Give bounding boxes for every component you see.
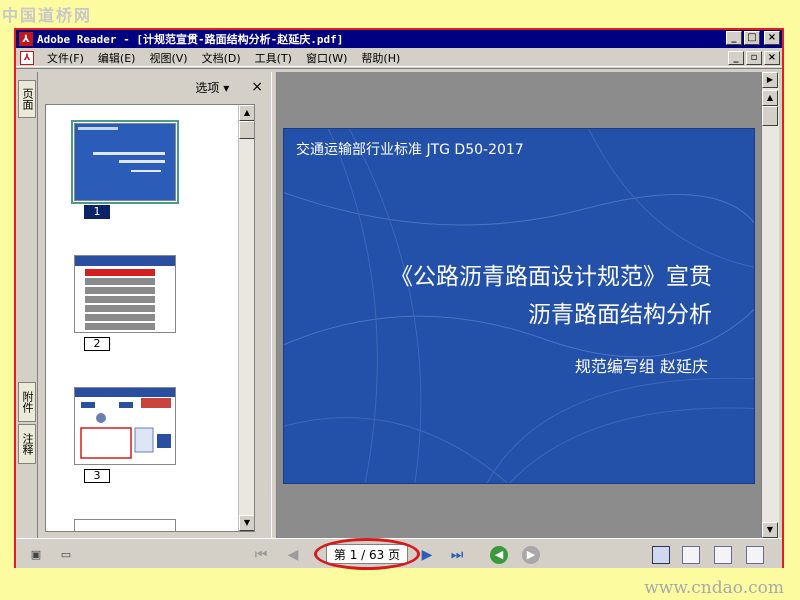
menu-tools[interactable]: 工具(T) [248,50,299,66]
split-arrow-icon[interactable]: ▶ [762,72,778,88]
continuous-view-icon[interactable] [682,546,700,564]
pages-panel: 选项 ▾ × 1 2 3 ▲ ▼ [39,72,271,538]
slide-title-line-1: 《公路沥青路面设计规范》宣贯 [390,264,712,290]
pdf-document-icon[interactable]: ⅄ [20,50,34,65]
doc-scroll-up-icon[interactable]: ▲ [762,90,778,106]
slide-title-line-2: 沥青路面结构分析 [528,302,712,328]
single-page-icon[interactable]: ▭ [58,546,74,562]
continuous-facing-view-icon[interactable] [746,546,764,564]
close-button[interactable]: × [764,31,780,45]
menu-window[interactable]: 窗口(W) [299,50,354,66]
doc-scroll-thumb[interactable] [762,106,778,126]
watermark-bottom: www.cndao.com [644,578,784,598]
slide-author: 规范编写组 赵延庆 [574,357,708,376]
thumbnail-list: 1 2 3 ▲ ▼ [45,104,255,532]
thumbnail-page-4-partial[interactable] [74,519,176,531]
thumbnail-number-3[interactable]: 3 [84,469,110,483]
next-page-icon[interactable]: ▶ [418,546,436,564]
status-bar: ▣ ▭ ⏮ ◀ 第 1 / 63 页 ▶ ⏭ ◀ ▶ [16,538,782,570]
navigation-tabs: 页面 附件 注释 [16,72,38,538]
thumbnail-3-preview [75,388,175,459]
thumbnail-1-preview [75,124,175,200]
doc-restore-button[interactable]: ▫ [746,51,762,65]
page-layout-icon[interactable]: ▣ [28,546,44,562]
previous-page-icon[interactable]: ◀ [284,546,302,564]
thumbnail-number-2[interactable]: 2 [84,337,110,351]
last-page-icon[interactable]: ⏭ [448,546,466,564]
go-forward-icon[interactable]: ▶ [522,546,540,564]
thumbnail-2-preview [75,256,175,330]
pdf-page: 交通运输部行业标准 JTG D50-2017 《公路沥青路面设计规范》宣贯 沥青… [283,128,755,484]
go-back-icon[interactable]: ◀ [490,546,508,564]
scroll-up-arrow-icon[interactable]: ▲ [239,105,254,121]
menu-document[interactable]: 文档(D) [195,50,248,66]
watermark-top: 中国道桥网 [2,6,93,25]
menu-file[interactable]: 文件(F) [40,50,91,66]
menu-edit[interactable]: 编辑(E) [91,50,143,66]
scroll-thumb[interactable] [239,121,254,139]
panel-header: 选项 ▾ × [39,72,271,102]
first-page-icon[interactable]: ⏮ [252,546,270,564]
document-scrollbar[interactable]: ▶ ▲ ▼ [761,72,779,538]
tab-attachments[interactable]: 附件 [18,382,36,422]
minimize-button[interactable]: _ [726,31,742,45]
thumbnail-page-2[interactable] [74,255,176,333]
menu-help[interactable]: 帮助(H) [354,50,407,66]
tab-comments[interactable]: 注释 [18,424,36,464]
maximize-button[interactable]: □ [744,31,760,45]
slide-standard-label: 交通运输部行业标准 JTG D50-2017 [296,142,524,158]
single-page-view-icon[interactable] [652,546,670,564]
menu-bar: ⅄ 文件(F) 编辑(E) 视图(V) 文档(D) 工具(T) 窗口(W) 帮助… [16,49,782,67]
thumbnail-scrollbar[interactable]: ▲ ▼ [238,105,254,531]
title-bar: ⅄ Adobe Reader - [计规范宣贯-路面结构分析-赵延庆.pdf] … [16,30,782,48]
panel-close-icon[interactable]: × [251,79,263,95]
scroll-down-arrow-icon[interactable]: ▼ [239,515,254,531]
tab-pages[interactable]: 页面 [18,80,36,118]
doc-minimize-button[interactable]: _ [728,51,744,65]
thumbnail-page-3[interactable] [74,387,176,465]
adobe-reader-icon: ⅄ [19,32,33,46]
thumbnail-page-1[interactable] [71,120,179,204]
options-dropdown[interactable]: 选项 ▾ [195,79,229,96]
doc-scroll-down-icon[interactable]: ▼ [762,522,778,538]
page-number-field[interactable]: 第 1 / 63 页 [326,544,408,564]
facing-view-icon[interactable] [714,546,732,564]
doc-close-button[interactable]: × [764,51,780,65]
document-view: 交通运输部行业标准 JTG D50-2017 《公路沥青路面设计规范》宣贯 沥青… [277,72,761,538]
reader-window: ⅄ Adobe Reader - [计规范宣贯-路面结构分析-赵延庆.pdf] … [14,28,784,570]
menu-view[interactable]: 视图(V) [142,50,194,66]
window-title: Adobe Reader - [计规范宣贯-路面结构分析-赵延庆.pdf] [37,33,344,46]
thumbnail-number-1[interactable]: 1 [84,205,110,219]
